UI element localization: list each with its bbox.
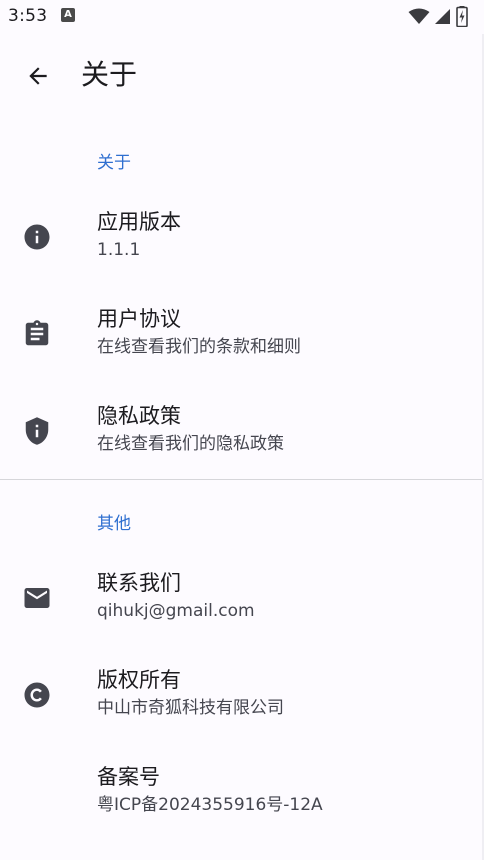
section-header-other: 其他 bbox=[97, 514, 131, 534]
status-bar: 3:53 A bbox=[0, 0, 484, 34]
pref-item-contact-us[interactable]: 联系我们 qihukj@gmail.com bbox=[0, 549, 484, 646]
battery-charging-icon bbox=[456, 6, 468, 27]
section-divider bbox=[0, 479, 484, 480]
pref-item-icp-record[interactable]: 备案号 粤ICP备2024355916号-12A bbox=[0, 743, 484, 840]
clipboard-icon bbox=[21, 318, 53, 350]
pref-item-user-agreement[interactable]: 用户协议 在线查看我们的条款和细则 bbox=[0, 285, 484, 382]
app-bar: 关于 bbox=[0, 34, 484, 116]
pref-summary: 在线查看我们的隐私政策 bbox=[97, 434, 284, 454]
pref-summary: qihukj@gmail.com bbox=[97, 601, 255, 621]
pref-title: 联系我们 bbox=[97, 571, 181, 595]
pref-summary: 粤ICP备2024355916号-12A bbox=[97, 795, 323, 815]
section-header-about: 关于 bbox=[97, 153, 131, 173]
pref-summary: 1.1.1 bbox=[97, 240, 141, 260]
pref-title: 应用版本 bbox=[97, 210, 181, 234]
info-icon bbox=[21, 221, 53, 253]
notification-app-icon: A bbox=[61, 8, 75, 22]
page-title: 关于 bbox=[81, 58, 138, 91]
pref-title: 版权所有 bbox=[97, 668, 181, 692]
status-time: 3:53 bbox=[8, 6, 48, 26]
pref-summary: 在线查看我们的条款和细则 bbox=[97, 337, 301, 357]
arrow-back-icon bbox=[29, 67, 47, 85]
pref-summary: 中山市奇狐科技有限公司 bbox=[97, 698, 284, 718]
pref-title: 备案号 bbox=[97, 765, 160, 789]
pref-title: 用户协议 bbox=[97, 307, 181, 331]
shield-icon bbox=[21, 415, 53, 447]
status-indicators bbox=[408, 6, 476, 27]
pref-item-copyright[interactable]: 版权所有 中山市奇狐科技有限公司 bbox=[0, 646, 484, 743]
pref-title: 隐私政策 bbox=[97, 404, 181, 428]
copyright-icon bbox=[21, 679, 53, 711]
pref-item-privacy-policy[interactable]: 隐私政策 在线查看我们的隐私政策 bbox=[0, 382, 484, 479]
wifi-icon bbox=[408, 8, 430, 24]
cellular-signal-icon bbox=[435, 9, 450, 24]
mail-icon bbox=[21, 582, 53, 614]
pref-item-app-version[interactable]: 应用版本 1.1.1 bbox=[0, 188, 484, 285]
back-button[interactable] bbox=[18, 56, 58, 96]
